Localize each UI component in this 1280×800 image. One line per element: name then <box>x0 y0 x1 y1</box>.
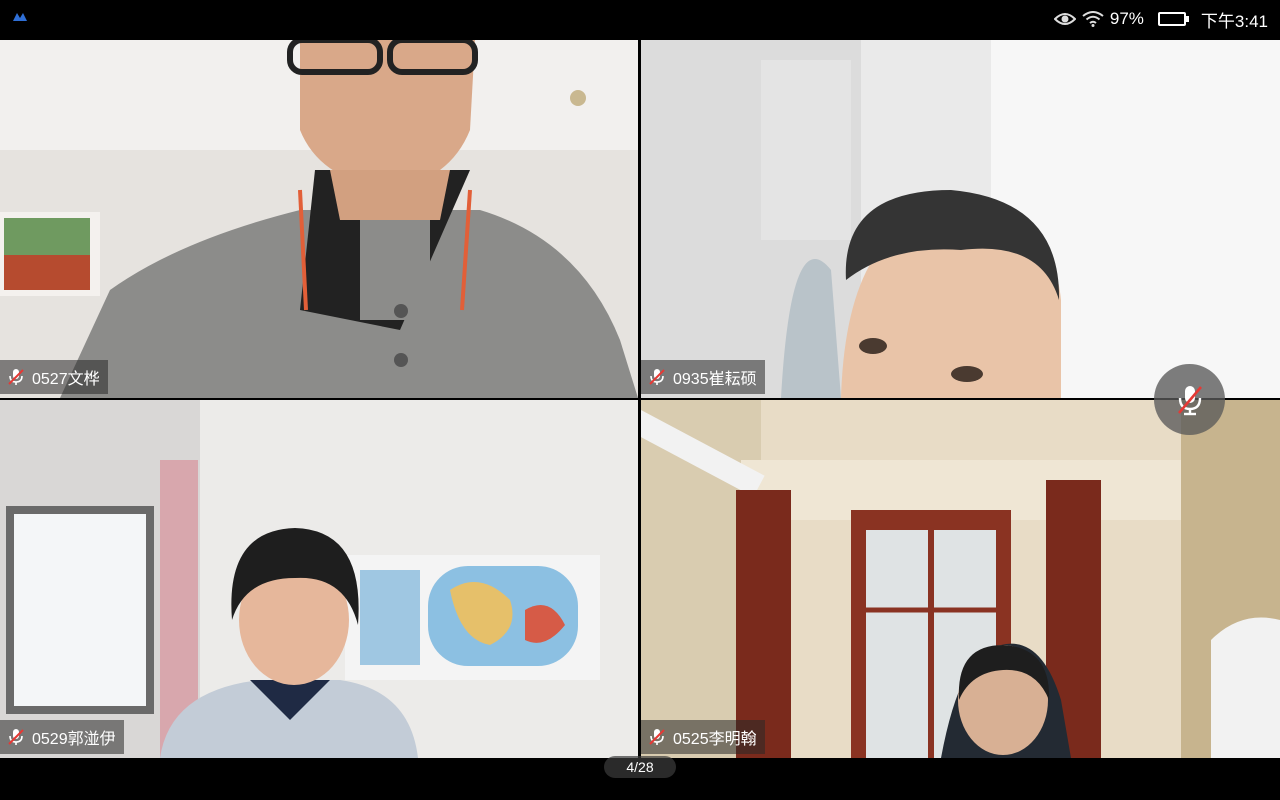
battery-icon <box>1157 12 1189 26</box>
video-grid: 0527文桦 0935崔耘硕 0529郭湴伊 0525李明翰 <box>0 40 1280 758</box>
mic-muted-icon <box>8 729 24 745</box>
participant-video-feed <box>0 400 638 758</box>
participant-name-badge: 0529郭湴伊 <box>0 720 124 754</box>
status-bar: 97% 下午3:41 <box>0 0 1280 38</box>
participant-name-badge: 0527文桦 <box>0 360 108 394</box>
participant-video-feed <box>641 400 1280 758</box>
wifi-icon <box>1082 11 1104 27</box>
participant-name: 0935崔耘硕 <box>673 371 757 388</box>
mic-muted-icon <box>649 369 665 385</box>
clock: 下午3:41 <box>1200 11 1268 31</box>
page-indicator[interactable]: 4/28 <box>604 756 676 778</box>
mic-muted-icon <box>8 369 24 385</box>
mic-muted-icon <box>649 729 665 745</box>
mute-microphone-button[interactable] <box>1154 364 1225 435</box>
mic-muted-icon <box>1177 385 1202 415</box>
eye-icon <box>1053 13 1076 25</box>
participant-video-tile[interactable]: 0529郭湴伊 <box>0 400 638 758</box>
participant-video-tile[interactable]: 0527文桦 <box>0 40 638 398</box>
participant-video-feed <box>0 40 638 398</box>
participant-name: 0527文桦 <box>32 371 100 388</box>
participant-video-feed <box>641 40 1280 398</box>
battery-percent: 97% <box>1109 9 1144 28</box>
participant-name-badge: 0525李明翰 <box>641 720 765 754</box>
participant-name-badge: 0935崔耘硕 <box>641 360 765 394</box>
participant-name: 0525李明翰 <box>673 731 757 748</box>
participant-name: 0529郭湴伊 <box>32 731 116 748</box>
participant-video-tile[interactable]: 0935崔耘硕 <box>641 40 1280 398</box>
participant-video-tile[interactable]: 0525李明翰 <box>641 400 1280 758</box>
app-icon <box>13 13 27 21</box>
